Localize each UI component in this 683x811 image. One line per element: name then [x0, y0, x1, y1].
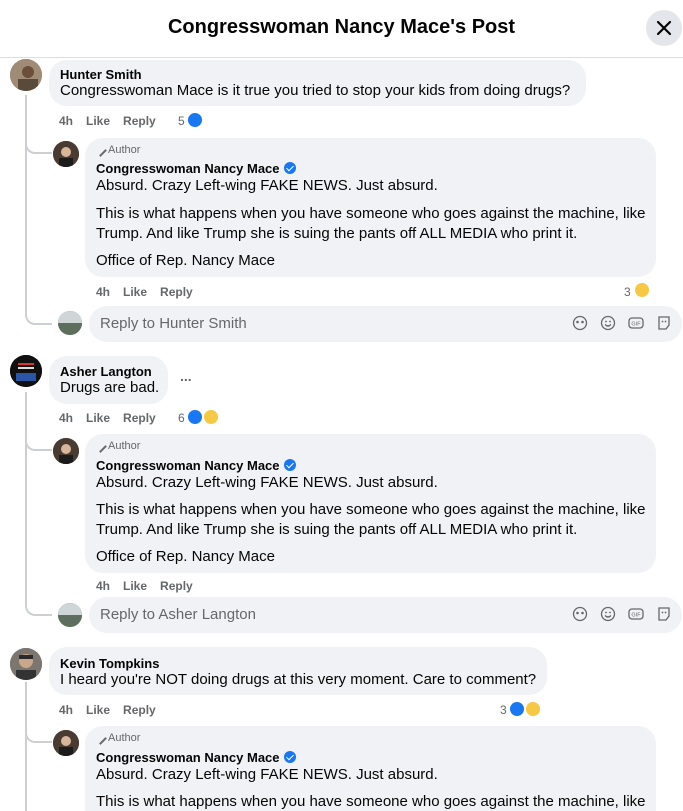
thread-connector [25, 432, 52, 451]
svg-text:GIF: GIF [631, 613, 641, 619]
reply-bubble: Author Congresswoman Nancy Mace Absurd. … [85, 434, 656, 573]
haha-reaction-icon [524, 700, 542, 718]
reply-actions: 4h Like Reply [96, 579, 193, 593]
author-name[interactable]: Congresswoman Nancy Mace [96, 458, 296, 473]
reply-paragraph: Trump. And like Trump she is suing the p… [96, 225, 578, 242]
comment-actions: 4h Like Reply [59, 703, 156, 717]
my-avatar [58, 603, 82, 627]
author-name[interactable]: Congresswoman Nancy Mace [96, 161, 296, 176]
reply-paragraph: This is what happens when you have someo… [96, 501, 646, 518]
commenter-name[interactable]: Hunter Smith [60, 67, 142, 82]
reply-button[interactable]: Reply [123, 411, 156, 425]
commenter-name[interactable]: Kevin Tompkins [60, 656, 159, 671]
reply-bubble: Author Congresswoman Nancy Mace Absurd. … [85, 138, 656, 277]
comment-actions: 4h Like Reply [59, 114, 156, 128]
reaction-count[interactable]: 6 [178, 411, 185, 425]
comment-text: Drugs are bad. [60, 379, 160, 396]
author-name[interactable]: Congresswoman Nancy Mace [96, 750, 296, 765]
comment-bubble: Asher Langton Drugs are bad. [49, 356, 168, 404]
haha-reaction-icon [202, 408, 220, 426]
thread-line [25, 95, 27, 308]
author-avatar[interactable] [53, 730, 79, 756]
sticker-icon[interactable] [656, 606, 672, 622]
thread-connector [25, 590, 52, 616]
reply-button[interactable]: Reply [160, 285, 193, 299]
reply-button[interactable]: Reply [123, 114, 156, 128]
avatar[interactable] [10, 59, 42, 91]
reply-paragraph: Office of Rep. Nancy Mace [96, 548, 275, 565]
comment-bubble: Kevin Tompkins I heard you're NOT doing … [49, 647, 547, 695]
thread-connector [25, 135, 52, 154]
thread-connector [25, 300, 52, 325]
author-badge: Author [94, 439, 140, 453]
avatar[interactable] [10, 355, 42, 387]
like-button[interactable]: Like [86, 114, 110, 128]
comment-text: Congresswoman Mace is it true you tried … [60, 82, 571, 99]
avatar-sticker-icon[interactable] [572, 606, 588, 622]
more-options-button[interactable]: ... [180, 368, 192, 384]
verified-badge-icon [283, 459, 296, 471]
like-reaction-icon [186, 111, 204, 129]
reply-time[interactable]: 4h [96, 579, 110, 593]
author-badge: Author [94, 731, 140, 745]
reply-time[interactable]: 4h [96, 285, 110, 299]
thread-line [25, 682, 27, 811]
reaction-count[interactable]: 5 [178, 114, 185, 128]
reply-input[interactable]: Reply to Hunter Smith GIF [89, 306, 682, 342]
close-icon [656, 20, 672, 36]
my-avatar [58, 311, 82, 335]
author-avatar[interactable] [53, 438, 79, 464]
reaction-count[interactable]: 3 [500, 703, 507, 717]
sticker-icon[interactable] [656, 315, 672, 331]
reply-paragraph: Office of Rep. Nancy Mace [96, 252, 275, 269]
thread-line [25, 392, 27, 600]
emoji-icon[interactable] [600, 315, 616, 331]
pencil-icon [94, 439, 107, 453]
like-button[interactable]: Like [123, 285, 147, 299]
gif-icon[interactable]: GIF [628, 606, 644, 622]
reply-paragraph: Absurd. Crazy Left-wing FAKE NEWS. Just … [96, 177, 438, 194]
thread-connector [25, 724, 52, 743]
author-badge: Author [94, 143, 140, 157]
reply-bubble: Author Congresswoman Nancy Mace Absurd. … [85, 726, 656, 811]
author-avatar[interactable] [53, 141, 79, 167]
reply-paragraph: Absurd. Crazy Left-wing FAKE NEWS. Just … [96, 766, 438, 783]
reply-input[interactable]: Reply to Asher Langton GIF [89, 597, 682, 633]
like-button[interactable]: Like [123, 579, 147, 593]
reply-placeholder: Reply to Asher Langton [100, 606, 256, 623]
comment-time[interactable]: 4h [59, 703, 73, 717]
reply-paragraph: Trump. And like Trump she is suing the p… [96, 521, 578, 538]
reaction-count[interactable]: 3 [624, 285, 631, 299]
comment-time[interactable]: 4h [59, 114, 73, 128]
like-button[interactable]: Like [86, 703, 110, 717]
svg-text:GIF: GIF [631, 322, 641, 328]
post-header: Congresswoman Nancy Mace's Post [0, 0, 683, 58]
comment-time[interactable]: 4h [59, 411, 73, 425]
gif-icon[interactable]: GIF [628, 315, 644, 331]
avatar[interactable] [10, 648, 42, 680]
like-button[interactable]: Like [86, 411, 110, 425]
reply-button[interactable]: Reply [160, 579, 193, 593]
comment-actions: 4h Like Reply [59, 411, 156, 425]
verified-badge-icon [283, 751, 296, 763]
reply-actions: 4h Like Reply [96, 285, 193, 299]
haha-reaction-icon [633, 281, 651, 299]
emoji-icon[interactable] [600, 606, 616, 622]
commenter-name[interactable]: Asher Langton [60, 364, 152, 379]
page-title: Congresswoman Nancy Mace's Post [167, 16, 516, 38]
reply-paragraph: This is what happens when you have someo… [96, 205, 646, 222]
close-button[interactable] [646, 10, 682, 46]
avatar-sticker-icon[interactable] [572, 315, 588, 331]
pencil-icon [94, 731, 107, 745]
reply-paragraph: Absurd. Crazy Left-wing FAKE NEWS. Just … [96, 474, 438, 491]
pencil-icon [94, 143, 107, 157]
comment-bubble: Hunter Smith Congresswoman Mace is it tr… [49, 60, 586, 106]
reply-placeholder: Reply to Hunter Smith [100, 315, 247, 332]
comment-text: I heard you're NOT doing drugs at this v… [60, 671, 537, 688]
reply-paragraph: This is what happens when you have someo… [96, 793, 646, 810]
reply-button[interactable]: Reply [123, 703, 156, 717]
verified-badge-icon [283, 162, 296, 174]
